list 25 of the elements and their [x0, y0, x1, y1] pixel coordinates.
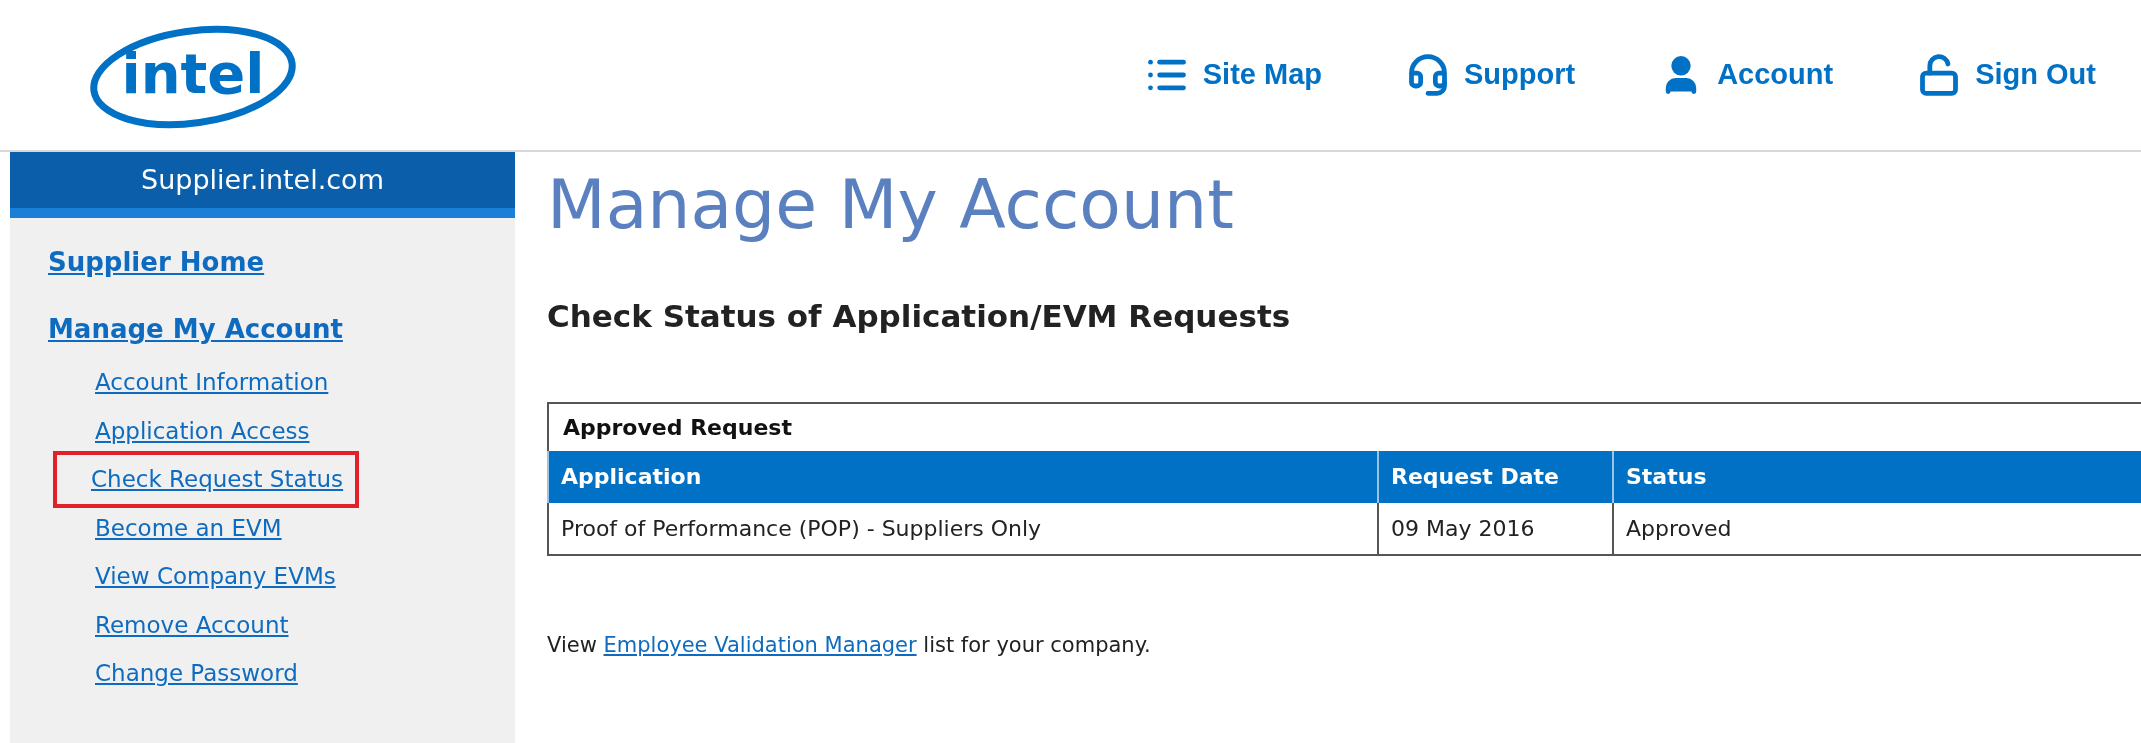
column-header: Status — [1613, 450, 2141, 503]
sidebar-link[interactable]: Change Password — [95, 649, 298, 698]
nav-link[interactable]: Account — [1659, 53, 1834, 97]
footer-note: View Employee Validation Manager list for your company. — [547, 631, 1152, 659]
sidebar-link[interactable]: Remove Account — [95, 600, 289, 649]
nav-link[interactable]: Sign Out — [1917, 53, 2096, 97]
column-header: Application — [548, 450, 1378, 503]
sidebar-link[interactable]: View Company EVMs — [95, 552, 336, 601]
nav-link[interactable]: Site Map — [1144, 53, 1322, 97]
sidebar-link[interactable]: Manage My Account — [48, 301, 343, 358]
table-cell: 09 May 2016 — [1378, 502, 1613, 555]
sidebar-link[interactable]: Account Information — [95, 358, 329, 407]
table-cell: Proof of Performance (POP) - Suppliers Only — [548, 502, 1378, 555]
sidebar-link[interactable]: Supplier Home — [48, 234, 265, 291]
validation-manager-link[interactable]: Employee Validation Manager — [603, 632, 917, 657]
sidebar-link[interactable]: Application Access — [95, 406, 310, 455]
sidebar-header: Supplier.intel.com — [10, 152, 515, 218]
nav-link[interactable]: Support — [1406, 53, 1576, 97]
section-title: Check Status of Application/EVM Requests — [547, 297, 1292, 336]
table-caption: Approved Request — [548, 402, 2141, 451]
table-cell: Approved — [1613, 502, 2141, 555]
sidebar-link[interactable]: Become an EVM — [95, 503, 282, 552]
column-header: Request Date — [1378, 450, 1613, 503]
headset-icon — [1406, 53, 1450, 97]
page-title: Manage My Account — [547, 164, 1235, 246]
